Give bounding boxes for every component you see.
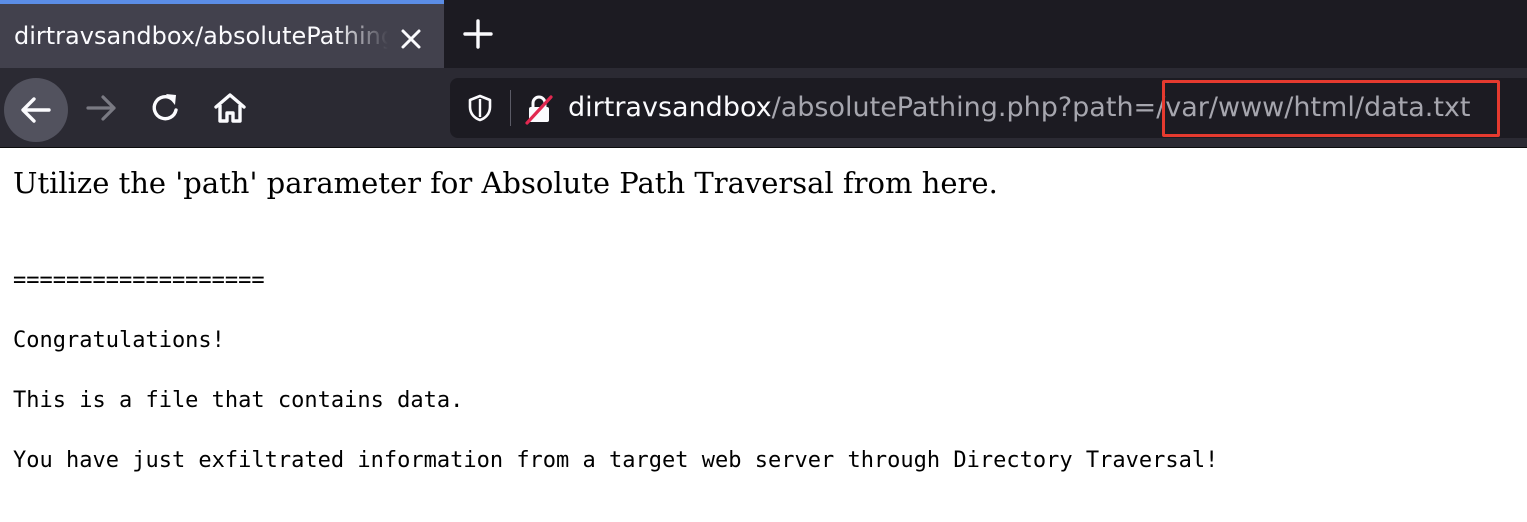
navigation-toolbar: dirtravsandbox/absolutePathing.php?path=… bbox=[0, 68, 1527, 148]
file-line-1: Congratulations! bbox=[13, 328, 225, 353]
tab-title: dirtravsandbox/absolutePathing.php?path=… bbox=[14, 22, 388, 50]
tab-active[interactable]: dirtravsandbox/absolutePathing.php?path=… bbox=[0, 0, 444, 68]
urlbar-divider bbox=[510, 90, 511, 126]
arrow-left-icon bbox=[21, 97, 51, 123]
url-path: /absolutePathing.php?path= bbox=[771, 92, 1157, 123]
home-icon[interactable] bbox=[212, 90, 248, 126]
page-content: Utilize the 'path' parameter for Absolut… bbox=[0, 149, 1527, 522]
plus-icon[interactable] bbox=[462, 18, 494, 50]
address-bar[interactable]: dirtravsandbox/absolutePathing.php?path=… bbox=[450, 78, 1527, 138]
file-line-2: This is a file that contains data. bbox=[13, 388, 464, 413]
separator-line: =================== bbox=[13, 268, 265, 293]
shield-icon[interactable] bbox=[466, 94, 494, 122]
url-host: dirtravsandbox bbox=[568, 92, 772, 123]
back-button[interactable] bbox=[4, 78, 68, 142]
tab-strip: dirtravsandbox/absolutePathing.php?path=… bbox=[0, 0, 1527, 68]
reload-icon[interactable] bbox=[148, 90, 184, 126]
page-heading: Utilize the 'path' parameter for Absolut… bbox=[13, 166, 998, 200]
insecure-lock-icon[interactable] bbox=[522, 92, 556, 126]
arrow-right-icon[interactable] bbox=[84, 90, 120, 126]
highlight-box bbox=[1162, 80, 1500, 137]
close-icon[interactable] bbox=[398, 26, 424, 52]
file-line-3: You have just exfiltrated information fr… bbox=[13, 448, 1219, 473]
